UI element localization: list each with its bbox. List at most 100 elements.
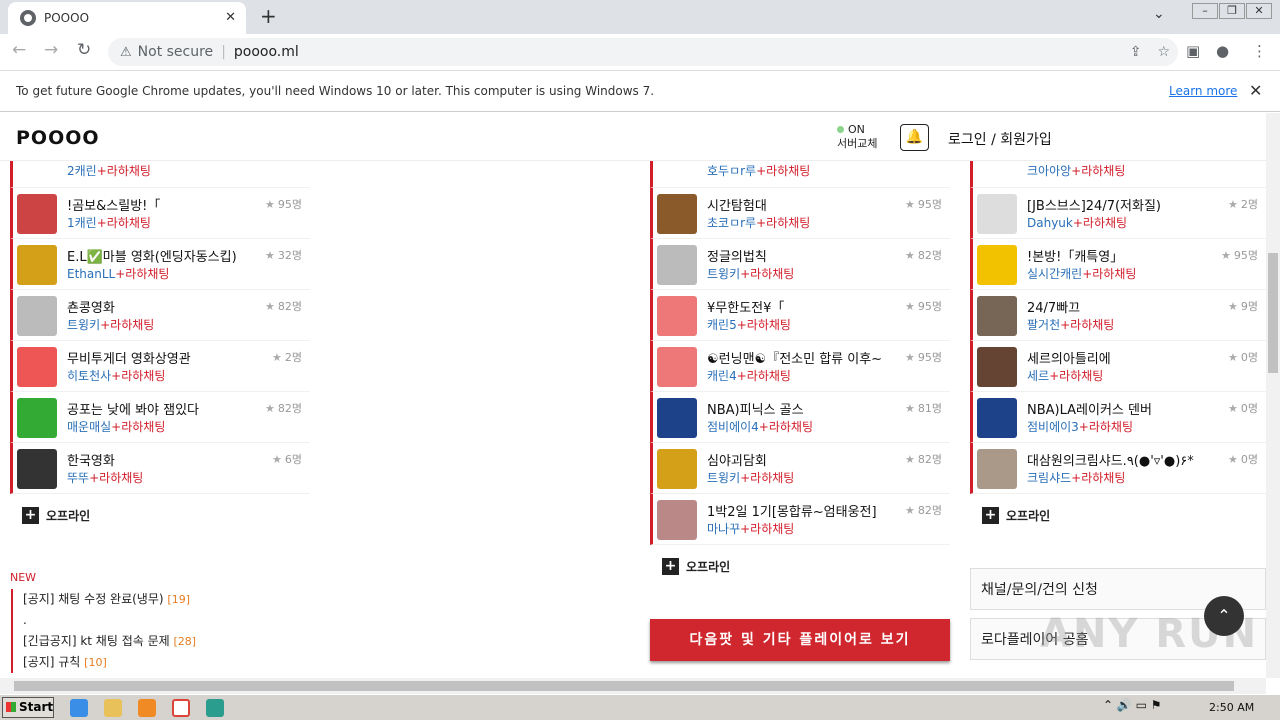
notice-title[interactable]: [공지] 규칙: [23, 655, 80, 669]
login-link[interactable]: 로그인 / 회원가입: [948, 129, 1052, 149]
list-item[interactable]: 한국영화 뚜뚜+라하채팅 ★ 6명: [10, 443, 310, 494]
list-item[interactable]: 대삼원의크림샤드.٩(●'▿'●)۶* 크림샤드+라하채팅 ★ 0명: [970, 443, 1266, 494]
channel-tag: +라하채팅: [736, 369, 791, 383]
minimize-button[interactable]: –: [1192, 3, 1218, 19]
bell-icon[interactable]: 🔔: [900, 124, 929, 151]
tab-search-icon[interactable]: ⌄: [1153, 6, 1165, 22]
list-item[interactable]: NBA)LA레이커스 덴버 점비에이3+라하채팅 ★ 0명: [970, 392, 1266, 443]
scroll-thumb[interactable]: [14, 681, 1234, 691]
menu-icon[interactable]: ⋮: [1252, 42, 1267, 60]
url-text[interactable]: poooo.ml: [234, 44, 299, 60]
list-item[interactable]: 쵼콩영화 트윙키+라하채팅 ★ 82명: [10, 290, 310, 341]
star-icon: ★: [1228, 198, 1238, 211]
viewer-count: ★ 9명: [1228, 300, 1258, 313]
profile-icon[interactable]: ●: [1216, 42, 1229, 60]
channel-owner: 세르: [1027, 369, 1050, 383]
star-icon: ★: [905, 249, 915, 262]
notice-title[interactable]: [공지] 채팅 수정 완료(냉무): [23, 592, 164, 606]
offline-toggle[interactable]: + 오프라인: [10, 494, 310, 536]
notice-title[interactable]: [긴급공지] kt 채팅 접속 문제: [23, 634, 170, 648]
list-item[interactable]: 24/7빠끄 팔거천+라하채팅 ★ 9명: [970, 290, 1266, 341]
back-icon[interactable]: ←: [12, 40, 26, 60]
list-item[interactable]: !곰보&스릴방!「 1캐린+라하채팅 ★ 95명: [10, 188, 310, 239]
channel-avatar: [657, 500, 697, 540]
horizontal-scrollbar[interactable]: [0, 678, 1266, 694]
channel-avatar: [657, 296, 697, 336]
close-tab-icon[interactable]: ✕: [225, 10, 236, 25]
notice-item[interactable]: .: [23, 610, 196, 631]
ie-icon[interactable]: [70, 699, 88, 717]
offline-toggle[interactable]: + 오프라인: [650, 545, 950, 587]
notice-item[interactable]: [긴급공지] kt 채팅 접속 문제 [28]: [23, 631, 196, 652]
new-label: NEW: [10, 571, 37, 584]
explorer-icon[interactable]: [104, 699, 122, 717]
reload-icon[interactable]: ↻: [77, 40, 91, 60]
viewer-count: ★ 82명: [265, 300, 302, 313]
channel-tag: +라하채팅: [740, 471, 795, 485]
list-item[interactable]: 정글의법칙 트윙키+라하채팅 ★ 82명: [650, 239, 950, 290]
channel-name: [JB스브스]24/7(저화질): [1027, 199, 1161, 214]
start-button[interactable]: Start: [2, 697, 54, 718]
scroll-thumb[interactable]: [1268, 253, 1278, 373]
viewer-count: ★ 82명: [905, 453, 942, 466]
list-item[interactable]: !본방!「캐특영」 실시간캐린+라하채팅 ★ 95명: [970, 239, 1266, 290]
tray-icons[interactable]: ⌃ 🔊 ▭ ⚑: [1103, 698, 1162, 712]
channel-tag: +라하채팅: [89, 471, 144, 485]
plus-icon: +: [982, 506, 999, 524]
close-window-button[interactable]: ✕: [1246, 3, 1272, 19]
channel-name: 24/7빠끄: [1027, 301, 1081, 316]
maximize-button[interactable]: ❐: [1219, 3, 1245, 19]
list-item[interactable]: 심야괴담회 트윙키+라하채팅 ★ 82명: [650, 443, 950, 494]
forward-icon[interactable]: →: [44, 40, 58, 60]
vertical-scrollbar[interactable]: [1266, 113, 1280, 678]
site-logo[interactable]: POOOO: [16, 127, 100, 149]
scroll-to-top-icon[interactable]: ⌃: [1204, 596, 1244, 636]
notice-item[interactable]: [공지] 규칙 [10]: [23, 652, 196, 673]
channel-column-3: 크아아앙+라하채팅 [JB스브스]24/7(저화질) Dahyuk+라하채팅 ★ 2명…: [970, 153, 1266, 536]
channel-owner: 1캐린: [67, 216, 97, 230]
list-item[interactable]: E.L✅마블 영화(엔딩자동스킵) EthanLL+라하채팅 ★ 32명: [10, 239, 310, 290]
list-item[interactable]: [JB스브스]24/7(저화질) Dahyuk+라하채팅 ★ 2명: [970, 188, 1266, 239]
channel-owner: 마나꾸: [707, 522, 741, 536]
channel-owner: 뚜뚜: [67, 471, 90, 485]
list-item[interactable]: 공포는 낮에 봐야 잼있다 매운매실+라하채팅 ★ 82명: [10, 392, 310, 443]
list-item[interactable]: ☯런닝맨☯『전소민 합류 이후~ 캐린4+라하채팅 ★ 95명: [650, 341, 950, 392]
notice-title[interactable]: .: [23, 613, 27, 627]
channel-name: 1박2일 1기[몽합류~엄태웅전]: [707, 505, 877, 520]
windows-taskbar: Start ⌃ 🔊 ▭ ⚑ 2:50 AM: [0, 694, 1280, 720]
viewer-count: ★ 0명: [1228, 351, 1258, 364]
next-page-button[interactable]: 다음팟 및 기타 플레이어로 보기: [650, 619, 950, 661]
sidepanel-icon[interactable]: ▣: [1186, 42, 1200, 60]
warning-icon[interactable]: ⚠: [120, 45, 132, 60]
media-player-icon[interactable]: [138, 699, 156, 717]
plus-icon: +: [22, 506, 39, 524]
close-infobar-icon[interactable]: ✕: [1249, 81, 1262, 100]
list-item[interactable]: 무비투게더 영화상영관 히토천사+라하채팅 ★ 2명: [10, 341, 310, 392]
comment-count: [19]: [167, 593, 190, 606]
list-item[interactable]: 시간탐험대 초코ㅁr루+라하채팅 ★ 95명: [650, 188, 950, 239]
chrome-icon[interactable]: [172, 699, 190, 717]
list-item[interactable]: 세르의아틀리에 세르+라하채팅 ★ 0명: [970, 341, 1266, 392]
channel-tag: +라하채팅: [740, 522, 795, 536]
list-item[interactable]: 1박2일 1기[몽합류~엄태웅전] 마나꾸+라하채팅 ★ 82명: [650, 494, 950, 545]
security-label[interactable]: Not secure: [138, 44, 214, 60]
share-icon[interactable]: ⇪: [1130, 44, 1142, 60]
channel-owner: 트윙키: [707, 267, 741, 281]
list-item[interactable]: ¥무한도전¥「 캐린5+라하채팅 ★ 95명: [650, 290, 950, 341]
new-tab-button[interactable]: +: [260, 4, 277, 28]
browser-tab[interactable]: POOOO ✕: [8, 2, 246, 34]
channel-avatar: [977, 347, 1017, 387]
channel-tag: +라하채팅: [756, 216, 811, 230]
star-icon: ★: [905, 504, 915, 517]
notice-item[interactable]: [공지] 채팅 수정 완료(냉무) [19]: [23, 589, 196, 610]
channel-avatar: [657, 245, 697, 285]
page-content: POOOO ON 서버교체 🔔 로그인 / 회원가입 2캐린+라하채팅 !곰보&…: [0, 113, 1266, 678]
learn-more-link[interactable]: Learn more: [1169, 84, 1237, 98]
tab-title: POOOO: [44, 11, 90, 25]
edge-icon[interactable]: [206, 699, 224, 717]
offline-toggle[interactable]: + 오프라인: [970, 494, 1266, 536]
address-bar[interactable]: ⚠ Not secure | poooo.ml ⇪ ☆: [108, 38, 1178, 66]
list-item[interactable]: NBA)피닉스 골스 점비에이4+라하채팅 ★ 81명: [650, 392, 950, 443]
bookmark-star-icon[interactable]: ☆: [1157, 44, 1170, 60]
status-sub: 서버교체: [837, 137, 878, 150]
